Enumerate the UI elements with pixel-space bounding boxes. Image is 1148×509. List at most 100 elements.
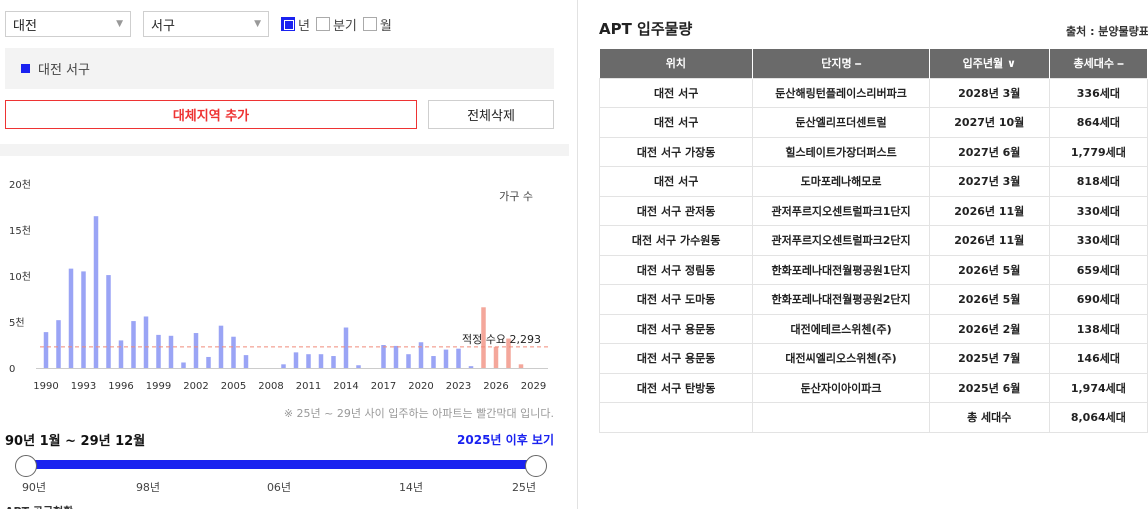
cell-units: 1,974세대 (1048, 372, 1148, 403)
cell-complex: 둔산해링턴플레이스리버파크 (752, 77, 930, 108)
cell-date: 2025년 7월 (928, 343, 1050, 374)
period-quarter-checkbox[interactable]: 분기 (315, 15, 357, 34)
total-empty (598, 402, 754, 433)
cell-date: 2027년 3월 (928, 166, 1050, 197)
table-row[interactable]: 대전 서구 둔산해링턴플레이스리버파크 2028년 3월 336세대 (598, 77, 1148, 108)
period-quarter-label: 분기 (332, 18, 357, 34)
table-row[interactable]: 대전 서구 관저동 관저푸르지오센트럴파크1단지 2026년 11월 330세대 (598, 195, 1148, 226)
table-row[interactable]: 대전 서구 둔산엘리프더센트럴 2027년 10월 864세대 (598, 107, 1148, 138)
bar-1995 (106, 275, 111, 368)
range-tick: 98년 (135, 481, 161, 494)
cell-complex: 한화포레나대전월평공원1단지 (752, 254, 930, 285)
x-tick-label: 1996 (108, 381, 133, 392)
total-value: 8,064세대 (1048, 402, 1148, 433)
y-tick-label: 20천 (9, 179, 31, 191)
cell-complex: 둔산자이아이파크 (752, 372, 930, 403)
legend-label: 가구 수 (499, 190, 533, 203)
supply-bar-chart: 0 5천 10천 15천 20천 1990 1993 1996 1999 2002 2005 2008… (9, 179, 548, 392)
range-header: 90년 1월 ~ 29년 12월 2025년 이후 보기 (5, 429, 554, 449)
range-slider-start-handle[interactable] (15, 455, 37, 477)
cell-date: 2026년 5월 (928, 254, 1050, 285)
selected-region-panel: 대전 서구 (5, 48, 554, 89)
period-month-checkbox[interactable]: 월 (362, 15, 392, 34)
table-row[interactable]: 대전 서구 도마포레나해모로 2027년 3월 818세대 (598, 166, 1148, 197)
bar-1992 (68, 268, 74, 368)
apt-table: 위치 단지명 ⎯ 입주년월 ∨ 총세대수 ⎯ 대전 서구 둔산해링턴플레이스리버파… (598, 49, 1148, 433)
section-divider (0, 144, 569, 156)
checkbox-checked-icon (281, 17, 295, 31)
cell-units: 1,779세대 (1048, 136, 1148, 167)
cell-units: 864세대 (1048, 107, 1148, 138)
cell-complex: 힐스테이트가장더퍼스트 (752, 136, 930, 167)
period-month-label: 월 (379, 18, 392, 34)
chevron-down-icon: ▼ (254, 19, 261, 29)
table-row[interactable]: 대전 서구 도마동 한화포레나대전월평공원2단지 2026년 5월 690세대 (598, 284, 1148, 315)
checkbox-unchecked-icon (362, 17, 377, 31)
table-row[interactable]: 대전 서구 용문동 대전에테르스위첸(주) 2026년 2월 138세대 (598, 313, 1148, 344)
bar-2021 (431, 356, 436, 368)
filter-controls: 대전 ▼ 서구 ▼ 년 분기 월 (5, 11, 392, 37)
x-tick-label: 1993 (71, 381, 96, 392)
cell-date: 2025년 6월 (928, 372, 1050, 403)
cell-units: 818세대 (1048, 166, 1148, 197)
cell-date: 2026년 11월 (928, 195, 1050, 226)
col-units-header[interactable]: 총세대수 ⎯ (1049, 49, 1148, 78)
city-select[interactable]: 대전 ▼ (5, 11, 131, 37)
bar-2006 (243, 355, 249, 368)
add-region-button[interactable]: 대체지역 추가 (5, 100, 417, 129)
cell-complex: 도마포레나해모로 (752, 166, 930, 197)
cell-units: 138세대 (1048, 313, 1148, 344)
bar-2005 (231, 336, 236, 368)
table-row[interactable]: 대전 서구 용문동 대전씨엘리오스위첸(주) 2025년 7월 146세대 (598, 343, 1148, 374)
left-panel: 대전 ▼ 서구 ▼ 년 분기 월 대전 서구 대체지역 추가 전체삭제 0 5천… (0, 0, 578, 509)
col-date-header[interactable]: 입주년월 ∨ (929, 49, 1050, 78)
reference-line-label: 적정 수요 2,293 (462, 333, 541, 346)
district-select[interactable]: 서구 ▼ (143, 11, 269, 37)
table-total-row: 총 세대수 8,064세대 (598, 402, 1148, 433)
bar-2001 (181, 362, 186, 368)
table-row[interactable]: 대전 서구 가수원동 관저푸르지오센트럴파크2단지 2026년 11월 330세대 (598, 225, 1148, 256)
cell-location: 대전 서구 탄방동 (598, 372, 754, 403)
cell-units: 659세대 (1048, 254, 1148, 285)
table-row[interactable]: 대전 서구 탄방동 둔산자이아이파크 2025년 6월 1,974세대 (598, 372, 1148, 403)
cell-location: 대전 서구 가수원동 (598, 225, 754, 256)
table-row[interactable]: 대전 서구 가장동 힐스테이트가장더퍼스트 2027년 6월 1,779세대 (598, 136, 1148, 167)
right-panel: APT 입주물량 출처 : 분양물량표 위치 단지명 ⎯ 입주년월 ∨ 총세대수… (582, 0, 1148, 509)
bar-2003 (206, 356, 211, 368)
bar-2000 (168, 335, 174, 368)
selected-region-label[interactable]: 대전 서구 (38, 59, 90, 78)
bar-2020 (418, 342, 424, 368)
x-tick-label: 1999 (146, 381, 171, 392)
x-tick-label: 2017 (371, 381, 396, 392)
range-slider-end-handle[interactable] (525, 455, 547, 477)
view-after-2025-link[interactable]: 2025년 이후 보기 (457, 431, 554, 448)
cell-location: 대전 서구 관저동 (598, 195, 754, 226)
x-tick-label: 2023 (446, 381, 471, 392)
y-tick-label: 5천 (9, 317, 25, 329)
cell-location: 대전 서구 (598, 166, 754, 197)
bar-2009 (281, 364, 286, 368)
bar-1998 (143, 316, 149, 368)
x-tick-label: 2002 (183, 381, 208, 392)
cell-units: 690세대 (1048, 284, 1148, 315)
table-header-row: 위치 단지명 ⎯ 입주년월 ∨ 총세대수 ⎯ (599, 49, 1148, 78)
bar-1999 (156, 334, 161, 368)
cell-complex: 대전에테르스위첸(주) (752, 313, 930, 344)
range-tick: 90년 (21, 481, 47, 494)
legend-square-icon (21, 64, 30, 73)
bar-2019 (406, 354, 411, 368)
bar-2002 (193, 333, 199, 368)
delete-all-button[interactable]: 전체삭제 (428, 100, 554, 129)
range-slider-track[interactable] (26, 460, 536, 469)
y-tick-label: 0 (9, 364, 15, 375)
period-year-checkbox[interactable]: 년 (281, 15, 310, 34)
x-tick-label: 2005 (221, 381, 246, 392)
table-row[interactable]: 대전 서구 정림동 한화포레나대전월평공원1단지 2026년 5월 659세대 (598, 254, 1148, 285)
cell-complex: 한화포레나대전월평공원2단지 (752, 284, 930, 315)
x-tick-label: 2014 (333, 381, 358, 392)
bar-2018 (393, 345, 399, 368)
cell-location: 대전 서구 용문동 (598, 343, 754, 374)
col-complex-header[interactable]: 단지명 ⎯ (752, 49, 930, 78)
cell-units: 330세대 (1048, 195, 1148, 226)
col-location-header[interactable]: 위치 (599, 49, 754, 78)
